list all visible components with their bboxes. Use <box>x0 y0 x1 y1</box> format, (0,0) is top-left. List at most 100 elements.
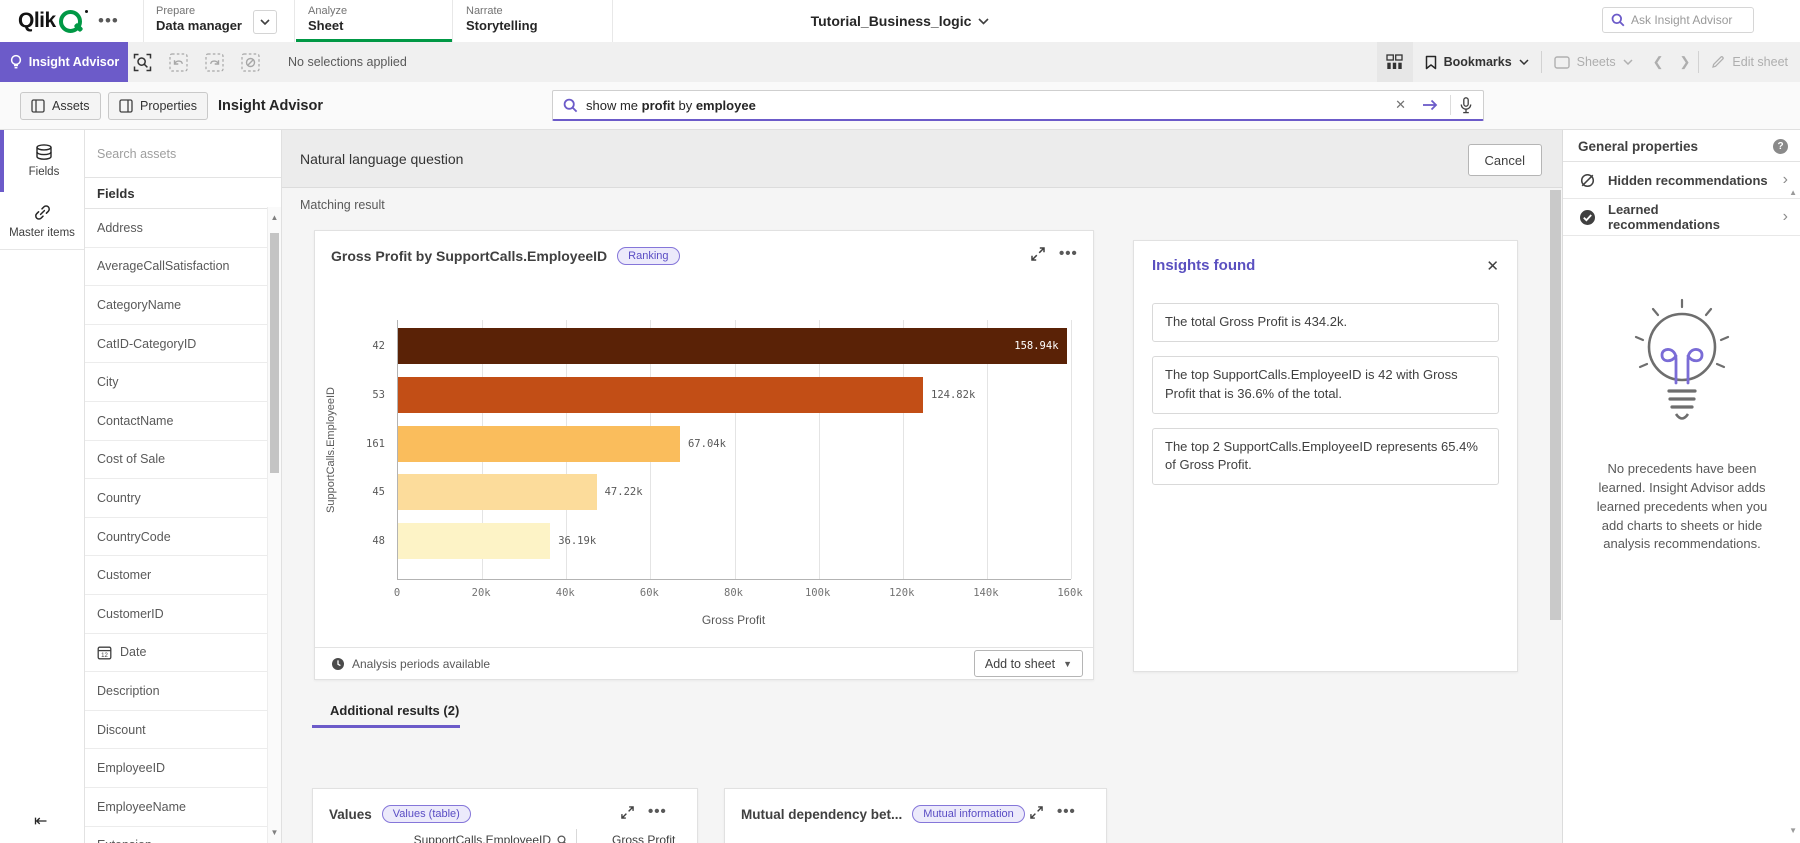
app-title-dropdown[interactable]: Tutorial_Business_logic <box>811 13 990 29</box>
field-item[interactable]: CustomerID <box>85 595 281 634</box>
microphone-icon[interactable] <box>1459 97 1473 114</box>
hidden-recommendations-row[interactable]: Hidden recommendations › <box>1563 162 1800 199</box>
scroll-up-icon[interactable]: ▲ <box>1789 188 1797 197</box>
calendar-icon: 12 <box>97 645 112 660</box>
bar[interactable]: 36.19k <box>398 523 550 559</box>
selection-toolbar: Insight Advisor No selections applied Bo… <box>0 42 1800 85</box>
cancel-button[interactable]: Cancel <box>1468 144 1542 176</box>
add-to-sheet-button[interactable]: Add to sheet ▼ <box>974 650 1083 677</box>
sheets-dropdown[interactable]: Sheets <box>1542 42 1645 82</box>
expand-icon[interactable] <box>621 806 634 819</box>
bar[interactable]: 124.82k <box>398 377 923 413</box>
field-label: Discount <box>97 723 146 737</box>
submit-query-icon[interactable] <box>1418 99 1442 111</box>
mutual-card-title: Mutual dependency bet... <box>741 807 902 822</box>
field-item[interactable]: CatID-CategoryID <box>85 325 281 364</box>
tab-narrate[interactable]: Narrate Storytelling <box>466 0 596 42</box>
nlp-search-box[interactable]: show me profit by employee ✕ <box>552 90 1484 121</box>
query-segment: employee <box>696 98 756 113</box>
x-axis-tick: 120k <box>889 587 914 599</box>
matching-result-label: Matching result <box>300 198 385 212</box>
search-icon[interactable] <box>557 835 568 843</box>
field-item[interactable]: City <box>85 363 281 402</box>
field-item[interactable]: EmployeeID <box>85 749 281 788</box>
search-icon <box>1611 13 1625 27</box>
scrollbar-thumb[interactable] <box>270 233 279 473</box>
field-item[interactable]: ContactName <box>85 402 281 441</box>
field-item[interactable]: EmployeeName <box>85 788 281 827</box>
scroll-up-icon[interactable]: ▲ <box>268 213 281 222</box>
field-item[interactable]: Description <box>85 672 281 711</box>
nlp-query-text[interactable]: show me profit by employee <box>586 98 1383 113</box>
field-item[interactable]: Discount <box>85 711 281 750</box>
bar[interactable]: 67.04k <box>398 426 680 462</box>
link-icon <box>33 203 52 222</box>
insight-card[interactable]: The top 2 SupportCalls.EmployeeID repres… <box>1152 428 1499 486</box>
values-column-dimension[interactable]: SupportCalls.EmployeeID <box>313 829 577 843</box>
panel-left-icon <box>31 99 45 113</box>
no-precedents-message: No precedents have been learned. Insight… <box>1591 460 1773 554</box>
app-objects-icon[interactable] <box>1377 42 1413 82</box>
divider <box>1450 95 1451 115</box>
expand-icon[interactable] <box>1031 247 1045 261</box>
clear-query-icon[interactable]: ✕ <box>1391 97 1410 113</box>
mutual-information-badge: Mutual information <box>912 805 1025 823</box>
field-item[interactable]: CountryCode <box>85 518 281 557</box>
previous-sheet-icon[interactable]: ❮ <box>1645 54 1672 70</box>
expand-icon[interactable] <box>1030 806 1043 819</box>
main-scrollbar-thumb[interactable] <box>1550 190 1561 620</box>
values-column-measure[interactable]: Gross Profit <box>577 829 675 843</box>
more-options-icon[interactable]: ••• <box>648 805 667 819</box>
field-item[interactable]: Country <box>85 479 281 518</box>
general-proper​ties-panel: General properties ? Hidden recommendati… <box>1562 130 1800 843</box>
chart-card: Gross Profit by SupportCalls.EmployeeID … <box>314 230 1094 680</box>
bar[interactable]: 158.94k <box>398 328 1067 364</box>
insight-card[interactable]: The total Gross Profit is 434.2k. <box>1152 303 1499 342</box>
x-axis-ticks: 020k40k60k80k100k120k140k160k <box>397 587 1070 601</box>
query-segment: profit <box>642 98 675 113</box>
tab-analyze[interactable]: Analyze Sheet <box>308 0 438 42</box>
field-item[interactable]: Customer <box>85 556 281 595</box>
svg-text:12: 12 <box>101 653 108 659</box>
scroll-down-icon[interactable]: ▼ <box>1789 826 1797 835</box>
field-item[interactable]: 12 Date <box>85 634 281 673</box>
collapse-panel-icon[interactable]: ⇤ <box>34 811 47 831</box>
field-item[interactable]: Extension <box>85 827 281 843</box>
properties-toggle-button[interactable]: Properties <box>108 92 208 120</box>
additional-results-tab[interactable]: Additional results (2) <box>330 703 459 718</box>
search-assets-input[interactable]: Search assets <box>85 130 281 178</box>
nav-rail-master-items[interactable]: Master items <box>0 192 84 250</box>
field-item[interactable]: Address <box>85 209 281 248</box>
prepare-dropdown-button[interactable] <box>253 10 277 34</box>
field-item[interactable]: Cost of Sale <box>85 441 281 480</box>
help-icon[interactable]: ? <box>1773 139 1788 154</box>
global-menu-button[interactable]: ••• <box>98 0 119 42</box>
y-axis-tick: 161 <box>345 426 385 462</box>
scroll-down-icon[interactable]: ▼ <box>268 828 281 837</box>
bar[interactable]: 47.22k <box>398 474 597 510</box>
y-axis-tick: 48 <box>345 523 385 559</box>
edit-sheet-button[interactable]: Edit sheet <box>1699 42 1800 82</box>
assets-toggle-button[interactable]: Assets <box>20 92 101 120</box>
field-label: Date <box>120 645 146 659</box>
undo-selection-icon[interactable] <box>166 50 190 74</box>
field-item[interactable]: CategoryName <box>85 286 281 325</box>
lightbulb-illustration <box>1622 295 1742 445</box>
insight-card[interactable]: The top SupportCalls.EmployeeID is 42 wi… <box>1152 356 1499 414</box>
more-options-icon[interactable]: ••• <box>1057 805 1076 819</box>
learned-recommendations-row[interactable]: Learned recommendations › <box>1563 199 1800 236</box>
insight-advisor-button[interactable]: Insight Advisor <box>0 42 128 82</box>
chevron-down-icon: ▼ <box>1063 659 1072 669</box>
insights-list: The total Gross Profit is 434.2k. The top… <box>1152 303 1499 485</box>
next-sheet-icon[interactable]: ❯ <box>1672 54 1699 70</box>
more-options-icon[interactable]: ••• <box>1059 247 1078 261</box>
redo-selection-icon[interactable] <box>202 50 226 74</box>
clear-selections-icon[interactable] <box>238 50 262 74</box>
close-icon[interactable]: ✕ <box>1482 253 1503 279</box>
ask-insight-advisor-input[interactable]: Ask Insight Advisor <box>1602 7 1754 33</box>
bookmarks-dropdown[interactable]: Bookmarks <box>1413 42 1541 82</box>
smart-search-icon[interactable] <box>130 50 154 74</box>
assets-scrollbar[interactable]: ▲ ▼ <box>267 207 281 843</box>
nav-rail-fields[interactable]: Fields <box>0 130 84 192</box>
field-item[interactable]: AverageCallSatisfaction <box>85 248 281 287</box>
